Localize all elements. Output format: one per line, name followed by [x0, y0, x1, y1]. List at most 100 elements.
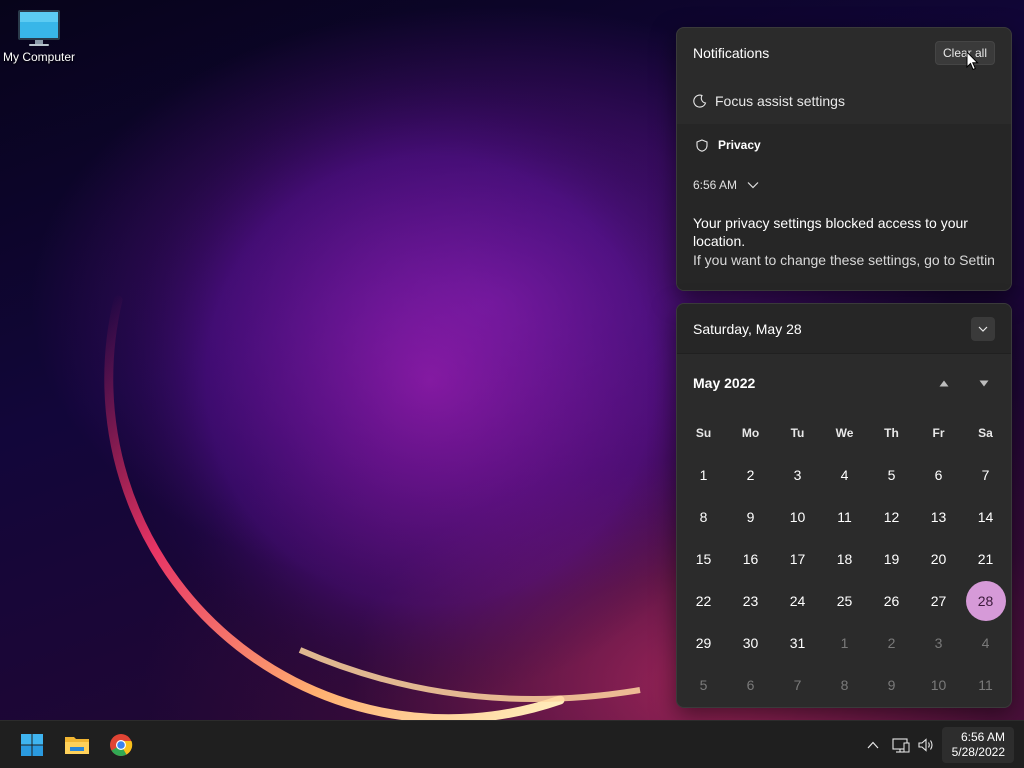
calendar-day[interactable]: 8 [821, 665, 868, 705]
notification-center: Notifications Clear all Focus assist set… [676, 27, 1012, 291]
calendar-flyout: Saturday, May 28 May 2022 Su Mo Tu We Th… [676, 303, 1012, 708]
notification-message-title: Your privacy settings blocked access to … [693, 215, 968, 249]
notification-time-row[interactable]: 6:56 AM [693, 166, 995, 204]
notification-time: 6:56 AM [693, 178, 738, 192]
calendar-day-today[interactable]: 28 [965, 581, 1006, 621]
notification-app-row: Privacy [693, 124, 995, 166]
calendar-day[interactable]: 8 [680, 497, 727, 537]
calendar-day[interactable]: 2 [727, 455, 774, 495]
notification-card[interactable]: Privacy 6:56 AM Your privacy settings bl… [677, 124, 1011, 290]
calendar-day[interactable]: 11 [821, 497, 868, 537]
moon-icon [693, 94, 707, 108]
weekday-header-row: Su Mo Tu We Th Fr Sa [680, 412, 1008, 454]
calendar-day[interactable]: 1 [821, 623, 868, 663]
calendar-day[interactable]: 20 [915, 539, 962, 579]
notification-body: Your privacy settings blocked access to … [693, 204, 995, 269]
calendar-day[interactable]: 31 [774, 623, 821, 663]
desktop-icon-my-computer[interactable]: My Computer [0, 8, 78, 64]
calendar-full-date: Saturday, May 28 [693, 320, 802, 337]
calendar-day[interactable]: 3 [915, 623, 962, 663]
calendar-week-row: 1234567 [680, 454, 1008, 496]
calendar-day[interactable]: 24 [774, 581, 821, 621]
taskbar-file-explorer[interactable] [57, 721, 97, 768]
calendar-day[interactable]: 9 [727, 497, 774, 537]
calendar-grid: Su Mo Tu We Th Fr Sa 1 2 3 4 5 6 7 8 9 10 11 12 13 14… [677, 412, 1011, 706]
chevron-down-icon [978, 326, 988, 332]
chevron-down-icon[interactable] [747, 181, 759, 189]
clear-all-button[interactable]: Clear all [934, 41, 995, 65]
volume-icon [918, 738, 933, 752]
monitor-icon [18, 10, 60, 46]
calendar-day[interactable]: 4 [821, 455, 868, 495]
notification-title: Notifications [693, 45, 770, 61]
calendar-day[interactable]: 3 [774, 455, 821, 495]
calendar-header: Saturday, May 28 [677, 304, 1011, 354]
weekday-label: Th [884, 426, 899, 440]
shield-icon [696, 138, 708, 152]
chrome-icon [110, 734, 133, 756]
weekday-label: Mo [741, 426, 760, 440]
calendar-day[interactable]: 7 [774, 665, 821, 705]
calendar-day[interactable]: 25 [821, 581, 868, 621]
calendar-day[interactable]: 22 [680, 581, 727, 621]
calendar-day[interactable]: 18 [821, 539, 868, 579]
calendar-day[interactable]: 6 [727, 665, 774, 705]
calendar-week-row: 29 30 31 1 2 3 4 [680, 622, 1008, 664]
calendar-day[interactable]: 14 [962, 497, 1009, 537]
taskbar-chrome[interactable] [101, 721, 141, 768]
calendar-week-row: 22 23 24 25 26 27 28 [680, 580, 1008, 622]
calendar-day[interactable]: 4 [962, 623, 1009, 663]
calendar-day[interactable]: 11 [962, 665, 1009, 705]
calendar-day[interactable]: 21 [962, 539, 1009, 579]
calendar-day[interactable]: 1 [680, 455, 727, 495]
caret-down-icon [979, 380, 989, 386]
calendar-day[interactable]: 16 [727, 539, 774, 579]
desktop-icon-label: My Computer [2, 50, 76, 64]
volume-button[interactable] [914, 721, 938, 768]
notification-app-name: Privacy [718, 138, 761, 152]
focus-assist-settings-link[interactable]: Focus assist settings [677, 78, 1011, 124]
calendar-day[interactable]: 29 [680, 623, 727, 663]
file-explorer-icon [65, 737, 89, 754]
calendar-day[interactable]: 15 [680, 539, 727, 579]
calendar-day[interactable]: 30 [727, 623, 774, 663]
notification-header: Notifications Clear all [677, 28, 1011, 78]
calendar-day[interactable]: 9 [868, 665, 915, 705]
calendar-day[interactable]: 10 [915, 665, 962, 705]
caret-up-icon [939, 380, 949, 386]
calendar-day[interactable]: 12 [868, 497, 915, 537]
calendar-day[interactable]: 19 [868, 539, 915, 579]
taskbar: 6:56 AM 5/28/2022 [0, 720, 1024, 768]
taskbar-clock[interactable]: 6:56 AM 5/28/2022 [942, 727, 1014, 763]
calendar-day[interactable]: 17 [774, 539, 821, 579]
calendar-week-row: 5 6 7 8 9 10 11 [680, 664, 1008, 706]
calendar-day[interactable]: 26 [868, 581, 915, 621]
calendar-day[interactable]: 27 [915, 581, 962, 621]
calendar-day[interactable]: 2 [868, 623, 915, 663]
calendar-day[interactable]: 10 [774, 497, 821, 537]
calendar-collapse-button[interactable] [971, 316, 995, 341]
show-hidden-icons-button[interactable] [862, 721, 884, 768]
clock-time: 6:56 AM [960, 730, 1005, 744]
previous-month-button[interactable] [937, 376, 951, 390]
calendar-day[interactable]: 13 [915, 497, 962, 537]
windows-start-icon [21, 734, 43, 756]
network-button[interactable] [889, 721, 913, 768]
notification-message-body: If you want to change these settings, go… [693, 252, 995, 268]
calendar-week-row: 15 16 17 18 19 20 21 [680, 538, 1008, 580]
network-icon [892, 738, 910, 753]
mouse-cursor-icon [966, 51, 979, 71]
weekday-label: Fr [932, 426, 945, 440]
next-month-button[interactable] [977, 376, 991, 390]
calendar-day[interactable]: 23 [727, 581, 774, 621]
weekday-label: We [835, 426, 854, 440]
calendar-day[interactable]: 5 [868, 455, 915, 495]
calendar-day[interactable]: 7 [962, 455, 1009, 495]
weekday-label: Tu [790, 426, 805, 440]
calendar-month-label[interactable]: May 2022 [693, 375, 755, 391]
calendar-day[interactable]: 5 [680, 665, 727, 705]
weekday-label: Su [695, 426, 712, 440]
calendar-month-row: May 2022 [677, 354, 1011, 412]
start-button[interactable] [12, 721, 52, 768]
calendar-day[interactable]: 6 [915, 455, 962, 495]
